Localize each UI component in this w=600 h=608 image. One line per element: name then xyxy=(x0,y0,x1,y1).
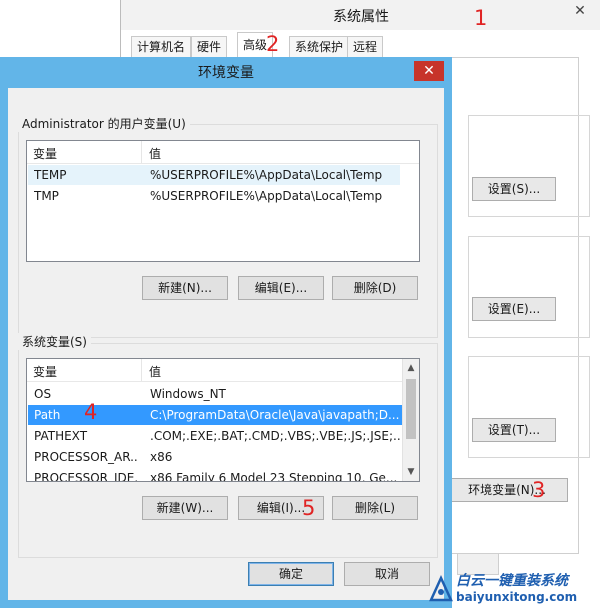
list-header: 变量 值 xyxy=(27,359,419,382)
performance-group xyxy=(468,115,590,217)
table-row[interactable]: TMP %USERPROFILE%\AppData\Local\Temp xyxy=(28,186,400,206)
table-row[interactable]: PATHEXT .COM;.EXE;.BAT;.CMD;.VBS;.VBE;.J… xyxy=(28,426,402,446)
tab-system-protection[interactable]: 系统保护 xyxy=(289,36,350,57)
tab-remote[interactable]: 远程 xyxy=(347,36,384,57)
column-header-variable[interactable]: 变量 xyxy=(33,363,137,380)
variable-name: OS xyxy=(34,387,52,401)
cancel-button[interactable]: 取消 xyxy=(344,562,430,586)
variable-name: TMP xyxy=(34,189,59,203)
table-row[interactable]: PROCESSOR_IDE... x86 Family 6 Model 23 S… xyxy=(28,468,402,482)
variable-name: PROCESSOR_IDE... xyxy=(34,471,138,482)
watermark-url: baiyunxitong.com xyxy=(456,590,578,604)
vertical-scrollbar[interactable]: ▲ ▼ xyxy=(402,359,419,481)
system-properties-title: 系统属性 xyxy=(333,9,389,25)
system-new-button[interactable]: 新建(W)... xyxy=(142,496,228,520)
column-header-value[interactable]: 值 xyxy=(149,363,399,380)
system-variables-legend: 系统变量(S) xyxy=(18,333,91,350)
watermark-logo xyxy=(429,574,453,602)
scroll-down-icon[interactable]: ▼ xyxy=(403,467,419,477)
environment-variables-title: 环境变量 xyxy=(198,65,254,81)
performance-settings-button[interactable]: 设置(S)... xyxy=(472,177,556,201)
tab-computer-name[interactable]: 计算机名 xyxy=(131,36,192,57)
table-row[interactable]: TEMP %USERPROFILE%\AppData\Local\Temp xyxy=(28,165,400,185)
user-delete-button[interactable]: 删除(D) xyxy=(332,276,418,300)
watermark: 白云一键重装系统 baiyunxitong.com xyxy=(426,570,600,608)
environment-variables-dialog: 环境变量 ✕ Administrator 的用户变量(U) 变量 值 TEMP … xyxy=(0,57,452,608)
annotation-4: 4 xyxy=(84,400,98,424)
ok-button[interactable]: 确定 xyxy=(248,562,334,586)
variable-value: x86 Family 6 Model 23 Stepping 10, Ge... xyxy=(150,471,398,482)
list-header: 变量 值 xyxy=(27,141,419,164)
system-properties-titlebar[interactable]: 系统属性 ✕ xyxy=(121,0,600,30)
user-variables-legend: Administrator 的用户变量(U) xyxy=(18,115,190,132)
tab-hardware[interactable]: 硬件 xyxy=(191,36,228,57)
scroll-thumb[interactable] xyxy=(406,379,416,439)
user-new-button[interactable]: 新建(N)... xyxy=(142,276,228,300)
variable-name: TEMP xyxy=(34,168,67,182)
environment-variables-button[interactable]: 环境变量(N)... xyxy=(446,478,568,502)
user-profiles-settings-button[interactable]: 设置(E)... xyxy=(472,297,556,321)
annotation-1: 1 xyxy=(474,6,488,30)
watermark-title: 白云一键重装系统 xyxy=(456,573,568,589)
variable-value: .COM;.EXE;.BAT;.CMD;.VBS;.VBE;.JS;.JSE;.… xyxy=(150,429,400,443)
annotation-5: 5 xyxy=(302,496,316,520)
variable-value: %USERPROFILE%\AppData\Local\Temp xyxy=(150,189,383,203)
annotation-2: 2 xyxy=(266,32,280,56)
column-header-variable[interactable]: 变量 xyxy=(33,145,137,162)
variable-value: x86 xyxy=(150,450,173,464)
user-edit-button[interactable]: 编辑(E)... xyxy=(238,276,324,300)
variable-value: Windows_NT xyxy=(150,387,226,401)
annotation-3: 3 xyxy=(532,478,546,502)
user-variables-list: 变量 值 TEMP %USERPROFILE%\AppData\Local\Te… xyxy=(26,140,420,262)
table-row[interactable]: PROCESSOR_AR... x86 xyxy=(28,447,402,467)
column-divider xyxy=(141,141,142,163)
variable-name: PROCESSOR_AR... xyxy=(34,450,138,464)
close-icon[interactable]: ✕ xyxy=(569,2,591,20)
variable-value: %USERPROFILE%\AppData\Local\Temp xyxy=(150,168,383,182)
scroll-up-icon[interactable]: ▲ xyxy=(403,363,419,373)
column-divider xyxy=(141,359,142,381)
variable-value: C:\ProgramData\Oracle\Java\javapath;D... xyxy=(150,408,400,422)
startup-recovery-settings-button[interactable]: 设置(T)... xyxy=(472,418,556,442)
column-header-value[interactable]: 值 xyxy=(149,145,399,162)
startup-recovery-group xyxy=(468,356,590,458)
variable-name: PATHEXT xyxy=(34,429,88,443)
close-icon[interactable]: ✕ xyxy=(414,61,444,81)
dialog-body: Administrator 的用户变量(U) 变量 值 TEMP %USERPR… xyxy=(8,88,444,600)
system-delete-button[interactable]: 删除(L) xyxy=(332,496,418,520)
user-profiles-group xyxy=(468,236,590,338)
